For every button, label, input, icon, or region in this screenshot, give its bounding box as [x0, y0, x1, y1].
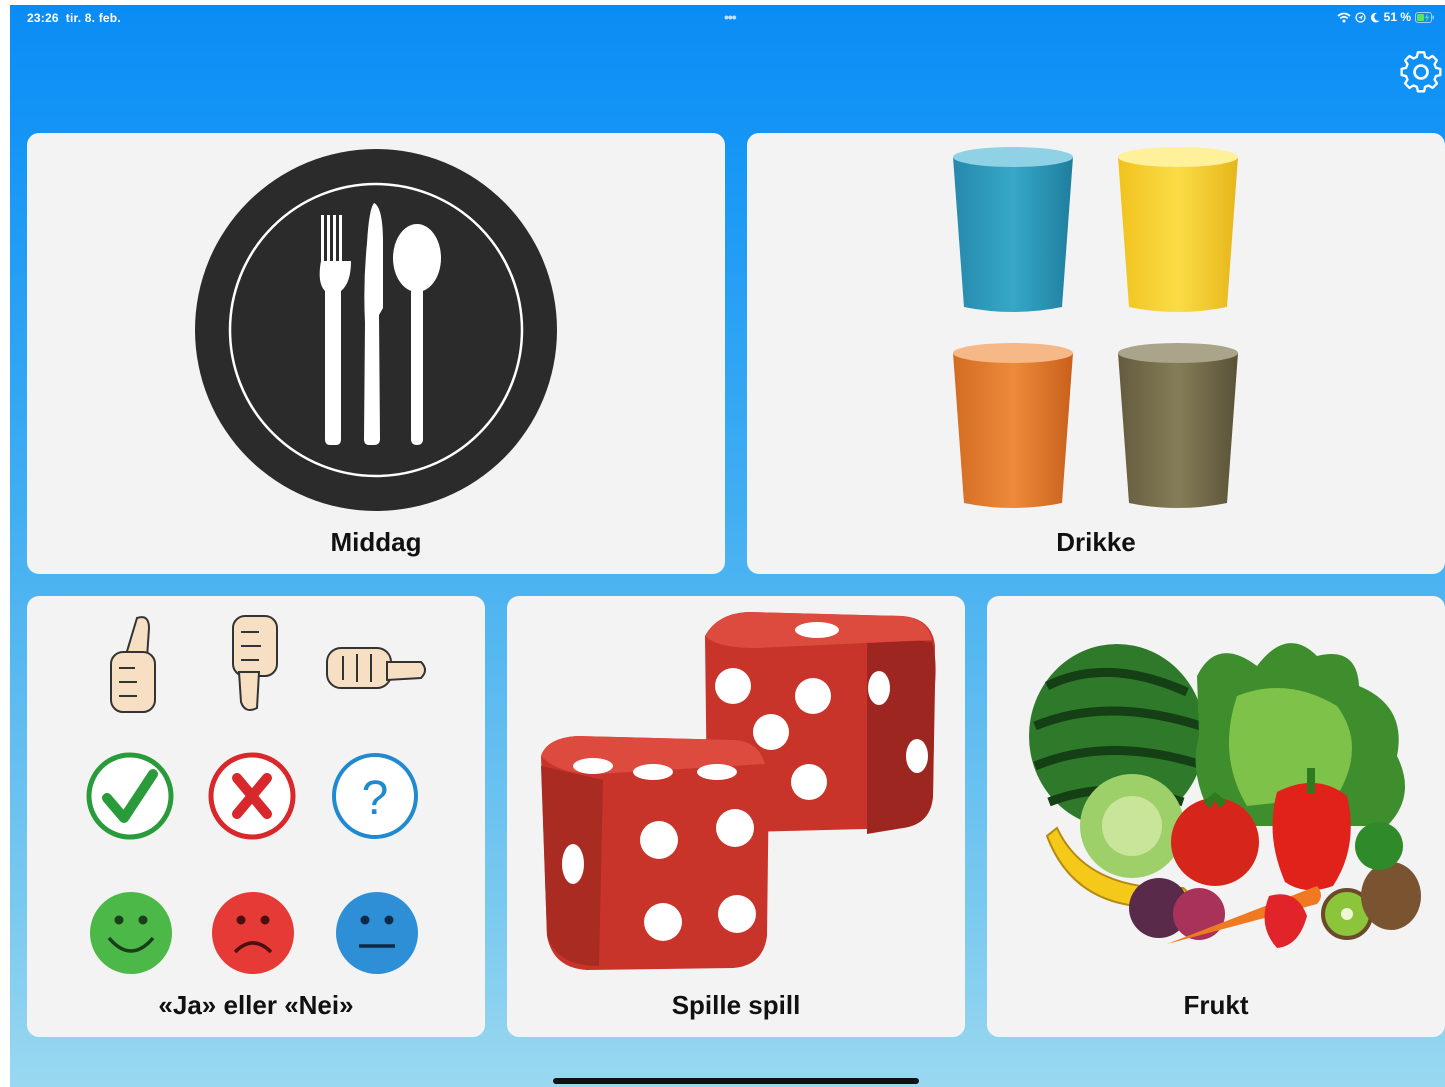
plate-cutlery-icon [195, 149, 557, 511]
battery-percentage: 51 % [1383, 10, 1411, 24]
status-bar: 23:26 tir. 8. feb. ••• 51 % [10, 5, 1445, 33]
tile-label-frukt: Frukt [1183, 990, 1249, 1020]
tile-spille-spill[interactable]: Spille spill [507, 596, 965, 1037]
dice-icon [541, 612, 936, 970]
neutral-face-icon [336, 892, 418, 974]
tile-label-ja-eller-nei: «Ja» eller «Nei» [158, 990, 354, 1020]
colored-cups-icon [953, 147, 1238, 508]
status-time: 23:26 [27, 11, 59, 25]
status-indicators: 51 % [1337, 10, 1435, 24]
tile-label-middag: Middag [330, 527, 422, 557]
app-screen: 23:26 tir. 8. feb. ••• 51 % Middag Drikk… [10, 5, 1445, 1087]
wifi-icon [1337, 12, 1351, 22]
fruit-vegetables-icon [1029, 643, 1421, 948]
tile-frukt[interactable]: Frukt [987, 596, 1445, 1037]
moon-icon [1370, 12, 1380, 22]
thumbs-sideways-icon [326, 647, 426, 689]
svg-text:?: ? [362, 772, 389, 825]
multitasking-dots-icon[interactable]: ••• [724, 9, 737, 25]
tile-label-drikke: Drikke [1056, 527, 1136, 557]
tile-middag[interactable]: Middag [27, 133, 725, 574]
tile-label-spille-spill: Spille spill [671, 990, 801, 1020]
thumbs-up-icon [110, 616, 156, 713]
status-date: tir. 8. feb. [65, 11, 121, 25]
check-icon [86, 752, 174, 840]
home-indicator[interactable] [553, 1078, 919, 1084]
battery-icon [1415, 11, 1434, 23]
location-icon [1354, 11, 1366, 23]
tile-ja-eller-nei[interactable]: ? «Ja» eller «Nei» [27, 596, 485, 1037]
settings-gear-icon [1400, 51, 1442, 93]
status-time-date: 23:26 tir. 8. feb. [27, 11, 121, 25]
sad-face-icon [212, 892, 294, 974]
thumbs-down-icon [232, 615, 278, 711]
settings-button[interactable] [1398, 49, 1444, 95]
happy-face-icon [90, 892, 172, 974]
tile-drikke[interactable]: Drikke [747, 133, 1445, 574]
yes-no-symbols-icon: ? [86, 615, 426, 974]
